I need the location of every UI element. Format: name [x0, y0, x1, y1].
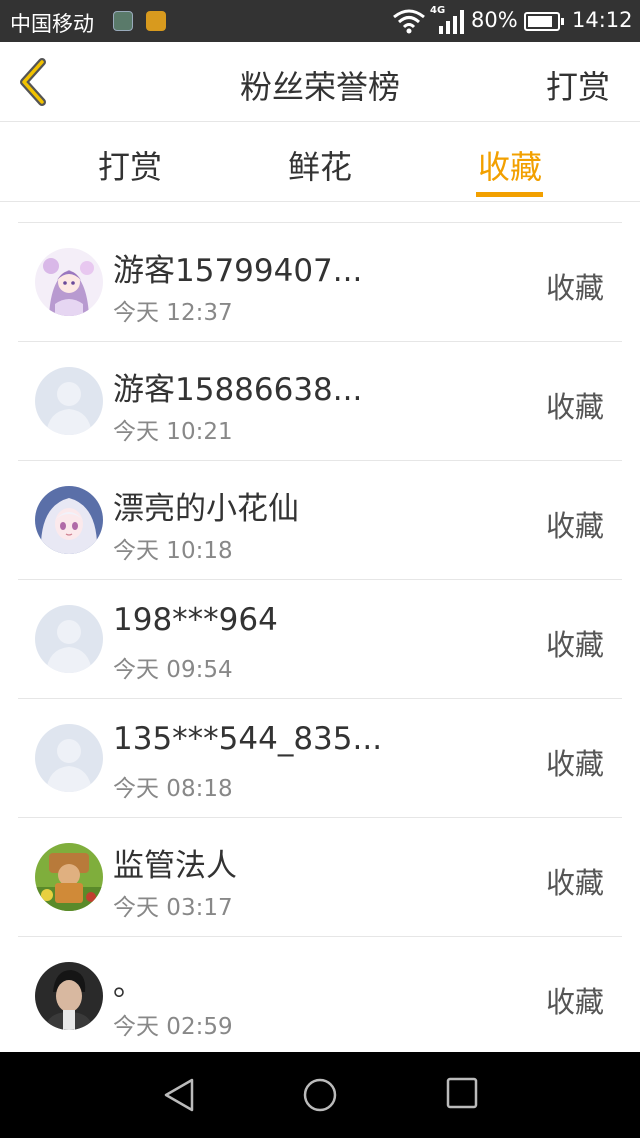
list-item[interactable]: 游客15799407... 今天 12:37 收藏	[18, 223, 622, 342]
user-name: 监管法人	[113, 848, 237, 884]
list-item[interactable]: 198***964 今天 09:54 收藏	[18, 580, 622, 699]
user-name: 游客15799407...	[113, 253, 363, 289]
list-item[interactable]: 游客15886638... 今天 10:21 收藏	[18, 342, 622, 461]
list-item[interactable]: 。 今天 02:59 收藏	[18, 937, 622, 1056]
user-name: 。	[113, 967, 144, 1003]
page-title: 粉丝荣誉榜	[239, 68, 400, 106]
user-timestamp: 今天 10:21	[113, 419, 233, 445]
favorite-tag: 收藏	[545, 271, 604, 305]
reward-button[interactable]: 打赏	[546, 62, 610, 108]
clock: 14:12	[572, 8, 633, 32]
default-person-avatar	[35, 367, 103, 435]
fan-list: 游客15799407... 今天 12:37 收藏 游客15886638... …	[18, 222, 622, 1056]
favorite-tag: 收藏	[545, 866, 604, 900]
man-photo-avatar	[35, 962, 103, 1030]
tab-flowers[interactable]: 鲜花	[260, 142, 380, 188]
list-item[interactable]: 漂亮的小花仙 今天 10:18 收藏	[18, 461, 622, 580]
user-timestamp: 今天 02:59	[113, 1014, 233, 1040]
nav-recents-icon[interactable]	[446, 1077, 478, 1109]
tab-reward[interactable]: 打赏	[70, 142, 190, 188]
user-timestamp: 今天 03:17	[113, 895, 233, 921]
favorite-tag: 收藏	[545, 509, 604, 543]
favorite-tag: 收藏	[545, 747, 604, 781]
default-person-avatar	[35, 724, 103, 792]
notification-app-icon	[113, 11, 133, 31]
wifi-icon	[393, 9, 425, 34]
status-bar: 中国移动 4G 80% 14:12	[0, 0, 640, 42]
carrier-label: 中国移动	[10, 12, 94, 36]
battery-icon	[524, 12, 564, 31]
anime-girl-avatar	[35, 248, 103, 316]
battery-percent: 80%	[471, 8, 518, 32]
tab-favorites[interactable]: 收藏	[450, 142, 570, 188]
app-header: 粉丝荣誉榜 打赏	[0, 42, 640, 122]
nav-home-icon[interactable]	[302, 1077, 338, 1113]
user-name: 135***544_835...	[113, 721, 383, 757]
list-item[interactable]: 135***544_835... 今天 08:18 收藏	[18, 699, 622, 818]
nav-back-icon[interactable]	[162, 1077, 196, 1113]
user-name: 漂亮的小花仙	[113, 491, 299, 527]
tab-bar: 打赏 鲜花 收藏	[0, 122, 640, 202]
user-timestamp: 今天 10:18	[113, 538, 233, 564]
user-timestamp: 今天 09:54	[113, 657, 233, 683]
user-timestamp: 今天 08:18	[113, 776, 233, 802]
user-name: 198***964	[113, 602, 278, 638]
active-tab-indicator	[476, 192, 543, 197]
list-item[interactable]: 监管法人 今天 03:17 收藏	[18, 818, 622, 937]
favorite-tag: 收藏	[545, 628, 604, 662]
default-person-avatar	[35, 605, 103, 673]
user-timestamp: 今天 12:37	[113, 300, 233, 326]
anime-girl-white-avatar	[35, 486, 103, 554]
signal-icon	[439, 10, 464, 34]
lock-notification-icon	[146, 11, 166, 31]
system-nav-bar	[0, 1052, 640, 1138]
user-name: 游客15886638...	[113, 372, 363, 408]
favorite-tag: 收藏	[545, 985, 604, 1019]
favorite-tag: 收藏	[545, 390, 604, 424]
game-character-avatar	[35, 843, 103, 911]
